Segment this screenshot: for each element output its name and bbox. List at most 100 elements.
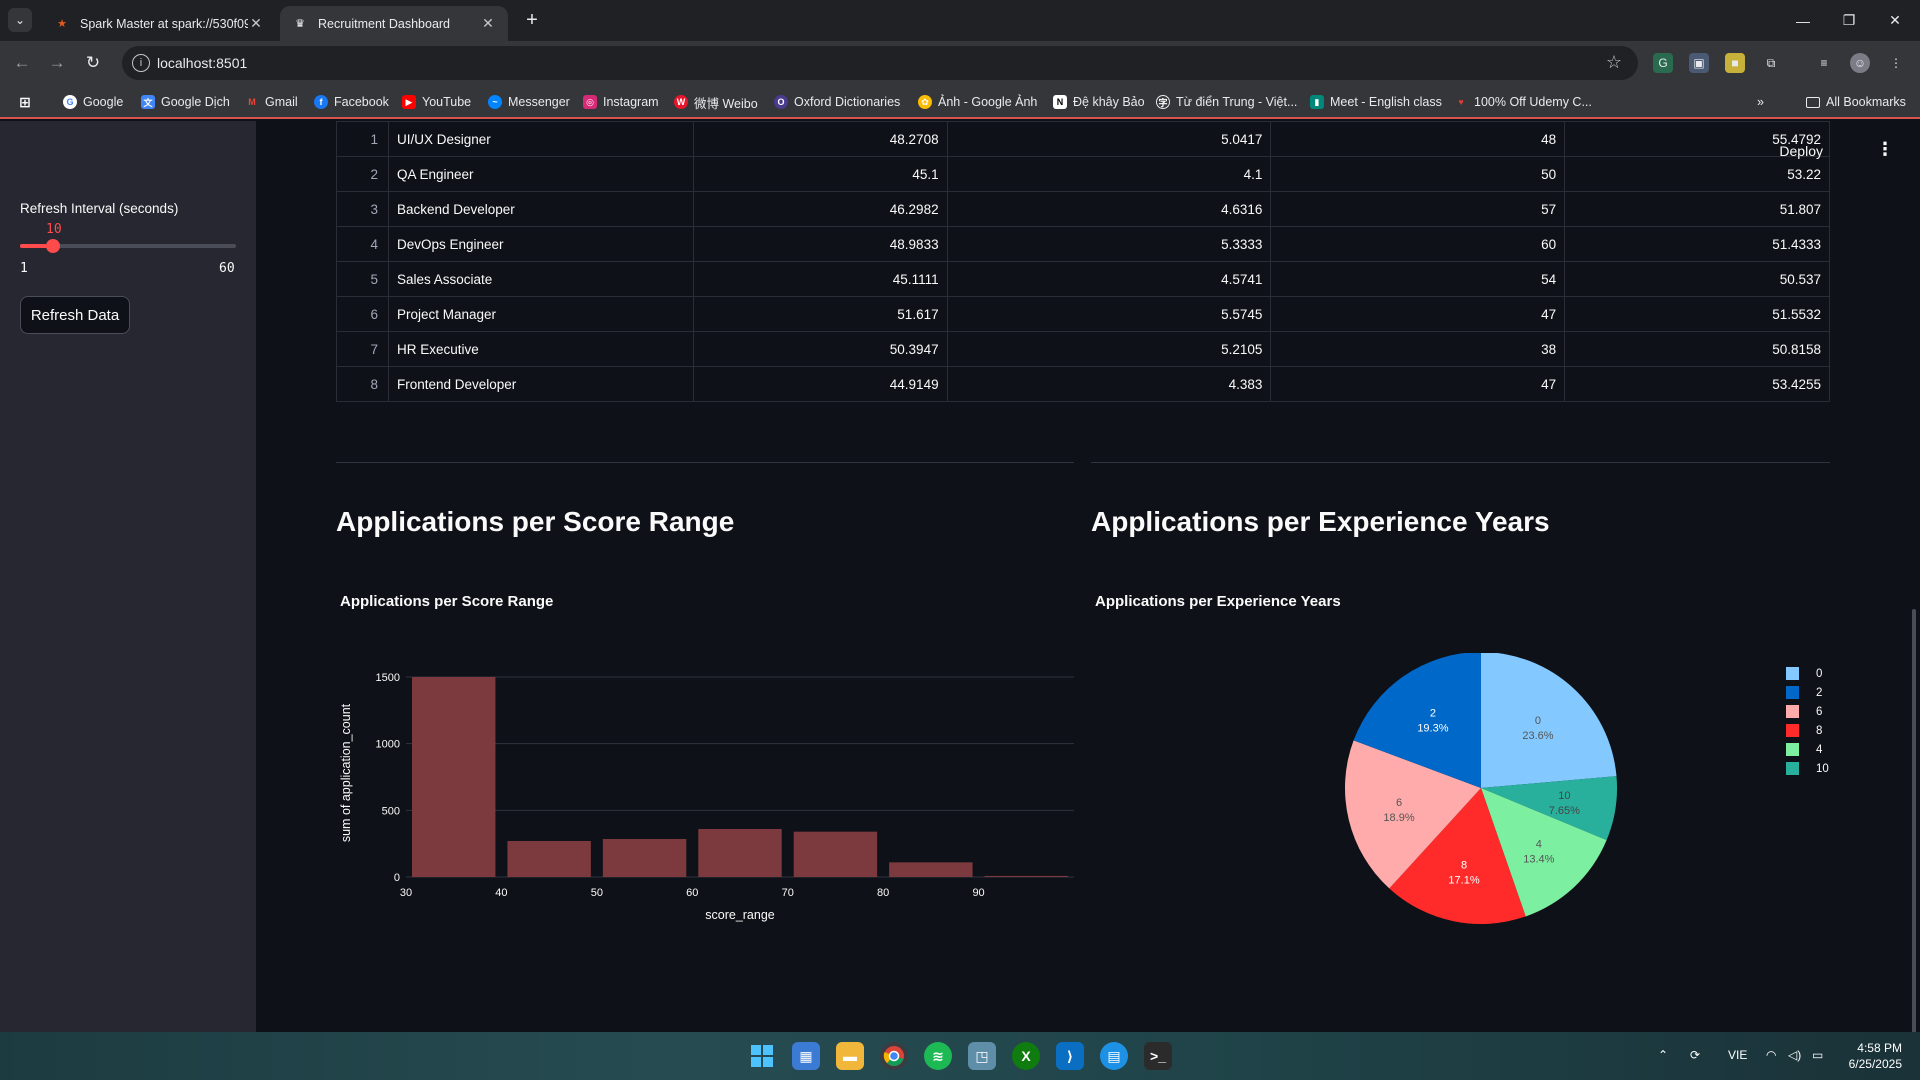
windows-start-icon[interactable] — [748, 1042, 776, 1070]
score-chart-title: Applications per Score Range — [340, 593, 554, 610]
tab-spark-master[interactable]: ★ Spark Master at spark://530f09... ✕ — [42, 6, 276, 41]
tab-title: Recruitment Dashboard — [318, 16, 451, 31]
refresh-interval-slider[interactable] — [20, 239, 236, 253]
table-row[interactable]: 3 Backend Developer 46.2982 4.6316 57 51.807 — [336, 191, 1830, 227]
terminal-icon[interactable]: >_ — [1144, 1042, 1172, 1070]
refresh-data-button[interactable]: Refresh Data — [20, 296, 130, 334]
file-explorer-icon[interactable]: ▬ — [836, 1042, 864, 1070]
legend-label: 6 — [1816, 705, 1823, 718]
battery-icon[interactable]: ▭ — [1812, 1048, 1823, 1062]
bookmark-google[interactable]: G Google — [63, 93, 123, 111]
grammarly-extension-icon[interactable]: G — [1653, 53, 1673, 73]
score-range-bar-chart[interactable]: 0 500 1000 1500 30 40 50 60 70 80 90 score_range sum… — [336, 641, 1076, 961]
more-bookmarks-icon[interactable]: » — [1757, 93, 1764, 111]
close-window-icon[interactable]: ✕ — [1872, 0, 1918, 41]
bookmark-youtube[interactable]: ▶ YouTube — [402, 93, 471, 111]
page-scrollbar[interactable] — [1912, 609, 1916, 1032]
legend-item[interactable]: 2 — [1786, 683, 1829, 702]
legend-item[interactable]: 10 — [1786, 759, 1829, 778]
legend-item[interactable]: 6 — [1786, 702, 1829, 721]
table-cell: 5.2105 — [946, 331, 1272, 367]
table-cell: Project Manager — [387, 296, 694, 332]
tab-recruitment-dashboard[interactable]: ♛ Recruitment Dashboard ✕ — [280, 6, 508, 41]
table-cell: 50.3947 — [692, 331, 948, 367]
extensions-puzzle-icon[interactable]: ⧉ — [1761, 53, 1781, 73]
bookmark-meet[interactable]: ▮ Meet - English class — [1310, 93, 1442, 111]
bookmark-messenger[interactable]: ~ Messenger — [488, 93, 570, 111]
media-control-icon[interactable]: ≡ — [1814, 53, 1834, 73]
url-text[interactable]: localhost:8501 — [157, 55, 247, 71]
language-indicator[interactable]: VIE — [1728, 1048, 1747, 1062]
table-row[interactable]: 4 DevOps Engineer 48.9833 5.3333 60 51.4333 — [336, 226, 1830, 262]
table-row[interactable]: 7 HR Executive 50.3947 5.2105 38 50.8158 — [336, 331, 1830, 367]
y-tick-label: 500 — [382, 805, 400, 817]
slice-percent: 23.6% — [1522, 730, 1553, 742]
spotify-icon[interactable]: ≋ — [924, 1042, 952, 1070]
app-icon[interactable]: ◳ — [968, 1042, 996, 1070]
bookmark-notion[interactable]: N Đệ khây Bảo — [1053, 93, 1145, 111]
extension-icon[interactable]: ■ — [1725, 53, 1745, 73]
bookmark-google-photos[interactable]: ✿ Ảnh - Google Ảnh — [918, 93, 1037, 111]
tray-chevron-icon[interactable]: ⌃ — [1658, 1048, 1668, 1062]
bookmark-google-dich[interactable]: 文 Google Dịch — [141, 93, 230, 111]
main-menu-icon[interactable]: ⋮ — [1876, 139, 1894, 160]
bookmark-facebook[interactable]: f Facebook — [314, 93, 389, 111]
apps-grid-icon[interactable]: ⊞ — [18, 93, 38, 111]
table-cell: 57 — [1270, 191, 1566, 227]
sync-icon[interactable]: ⟳ — [1690, 1048, 1700, 1062]
bookmarks-bar: ⊞ G Google 文 Google Dịch M Gmail f Facebook … — [0, 85, 1920, 119]
legend-item[interactable]: 4 — [1786, 740, 1829, 759]
table-cell: 47 — [1270, 366, 1566, 402]
x-tick-label: 80 — [877, 887, 889, 899]
table-row[interactable]: 6 Project Manager 51.617 5.5745 47 51.5532 — [336, 296, 1830, 332]
bookmark-tu-dien[interactable]: 字 Từ điển Trung - Việt... — [1156, 93, 1297, 111]
table-cell: UI/UX Designer — [387, 121, 694, 157]
pie-legend[interactable]: 0 2 6 8 4 10 — [1786, 664, 1829, 778]
wifi-icon[interactable]: ◠ — [1766, 1048, 1776, 1062]
close-tab-icon[interactable]: ✕ — [248, 15, 264, 32]
pie-slice[interactable] — [1481, 653, 1617, 788]
table-row[interactable]: 1 UI/UX Designer 48.2708 5.0417 48 55.4792 — [336, 121, 1830, 157]
all-bookmarks[interactable]: All Bookmarks — [1806, 93, 1906, 111]
back-arrow-icon[interactable]: ← — [10, 51, 34, 75]
profile-avatar-icon[interactable]: ☺ — [1850, 53, 1870, 73]
new-tab-plus-icon[interactable]: + — [520, 8, 544, 32]
volume-icon[interactable]: ◁) — [1788, 1048, 1801, 1062]
taskbar-clock[interactable]: 4:58 PM 6/25/2025 — [1849, 1040, 1902, 1072]
restore-icon[interactable]: ❐ — [1826, 0, 1872, 41]
close-tab-icon[interactable]: ✕ — [480, 15, 496, 32]
table-row[interactable]: 8 Frontend Developer 44.9149 4.383 47 53.4255 — [336, 366, 1830, 402]
experience-pie-chart[interactable]: 0 23.6% 10 7.65% 4 13.4% 8 17.1% 6 18.9% 2 19.3% — [1281, 653, 1861, 953]
browser-menu-icon[interactable]: ⋮ — [1886, 53, 1906, 73]
bookmark-gmail[interactable]: M Gmail — [245, 93, 297, 111]
microsoft-store-icon[interactable]: ▦ — [792, 1042, 820, 1070]
reload-icon[interactable]: ↻ — [81, 51, 105, 75]
facebook-icon: f — [314, 95, 328, 109]
table-cell: 54 — [1270, 261, 1566, 297]
bookmark-oxford[interactable]: O Oxford Dictionaries — [774, 93, 900, 111]
docker-icon[interactable]: ▤ — [1100, 1042, 1128, 1070]
bookmark-instagram[interactable]: ◎ Instagram — [583, 93, 659, 111]
bookmark-star-icon[interactable]: ☆ — [1606, 52, 1622, 73]
vscode-icon[interactable]: ⟩ — [1056, 1042, 1084, 1070]
bookmark-weibo[interactable]: W 微博 Weibo — [674, 93, 758, 111]
legend-item[interactable]: 8 — [1786, 721, 1829, 740]
translate-extension-icon[interactable]: ▣ — [1689, 53, 1709, 73]
forward-arrow-icon[interactable]: → — [45, 51, 69, 75]
tab-search-chevron-icon[interactable]: ⌄ — [8, 8, 32, 32]
bookmark-udemy[interactable]: ♥ 100% Off Udemy C... — [1454, 93, 1592, 111]
minimize-icon[interactable]: — — [1780, 0, 1826, 41]
slider-thumb[interactable] — [46, 239, 61, 253]
address-bar[interactable]: i localhost:8501 ☆ — [122, 46, 1638, 80]
y-tick-label: 1000 — [376, 739, 400, 751]
chrome-icon[interactable] — [880, 1042, 908, 1070]
table-row[interactable]: 2 QA Engineer 45.1 4.1 50 53.22 — [336, 156, 1830, 192]
table-cell: 48.2708 — [692, 121, 948, 157]
site-info-icon[interactable]: i — [132, 54, 150, 72]
table-row[interactable]: 5 Sales Associate 45.1111 4.5741 54 50.537 — [336, 261, 1830, 297]
job-stats-table[interactable]: 1 UI/UX Designer 48.2708 5.0417 48 55.4792 2 QA… — [336, 121, 1830, 402]
deploy-button[interactable]: Deploy — [1779, 143, 1823, 159]
legend-item[interactable]: 0 — [1786, 664, 1829, 683]
youtube-icon: ▶ — [402, 95, 416, 109]
xbox-icon[interactable]: X — [1012, 1042, 1040, 1070]
